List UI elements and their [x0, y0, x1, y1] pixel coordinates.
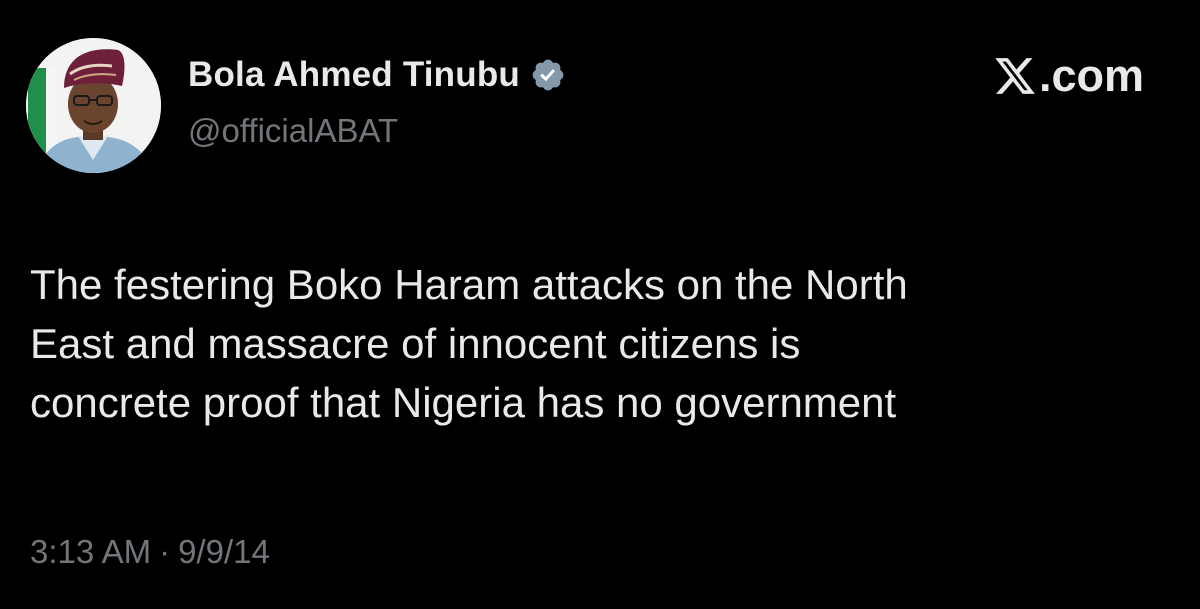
avatar[interactable] — [26, 38, 161, 173]
tweet-timestamp[interactable]: 3:13 AM · 9/9/14 — [30, 533, 270, 571]
tweet-text-line: East and massacre of innocent citizens i… — [30, 320, 801, 367]
tweet-time: 3:13 AM — [30, 533, 152, 570]
tweet-text-line: The festering Boko Haram attacks on the … — [30, 261, 908, 308]
tweet-date: 9/9/14 — [178, 533, 270, 570]
author-handle[interactable]: @officialABAT — [188, 112, 398, 150]
brand-watermark: .com — [993, 50, 1144, 102]
x-logo-icon — [993, 54, 1037, 98]
tweet-card: Bola Ahmed Tinubu @officialABAT .com The… — [0, 0, 1200, 609]
author-name-row: Bola Ahmed Tinubu — [188, 52, 566, 98]
meta-separator: · — [159, 533, 171, 570]
brand-label: .com — [1038, 50, 1144, 101]
profile-photo — [26, 38, 161, 173]
tweet-text: The festering Boko Haram attacks on the … — [30, 255, 1160, 432]
tweet-text-line: concrete proof that Nigeria has no gover… — [30, 379, 897, 426]
verified-badge-icon — [530, 57, 566, 93]
author-display-name[interactable]: Bola Ahmed Tinubu — [188, 55, 520, 95]
